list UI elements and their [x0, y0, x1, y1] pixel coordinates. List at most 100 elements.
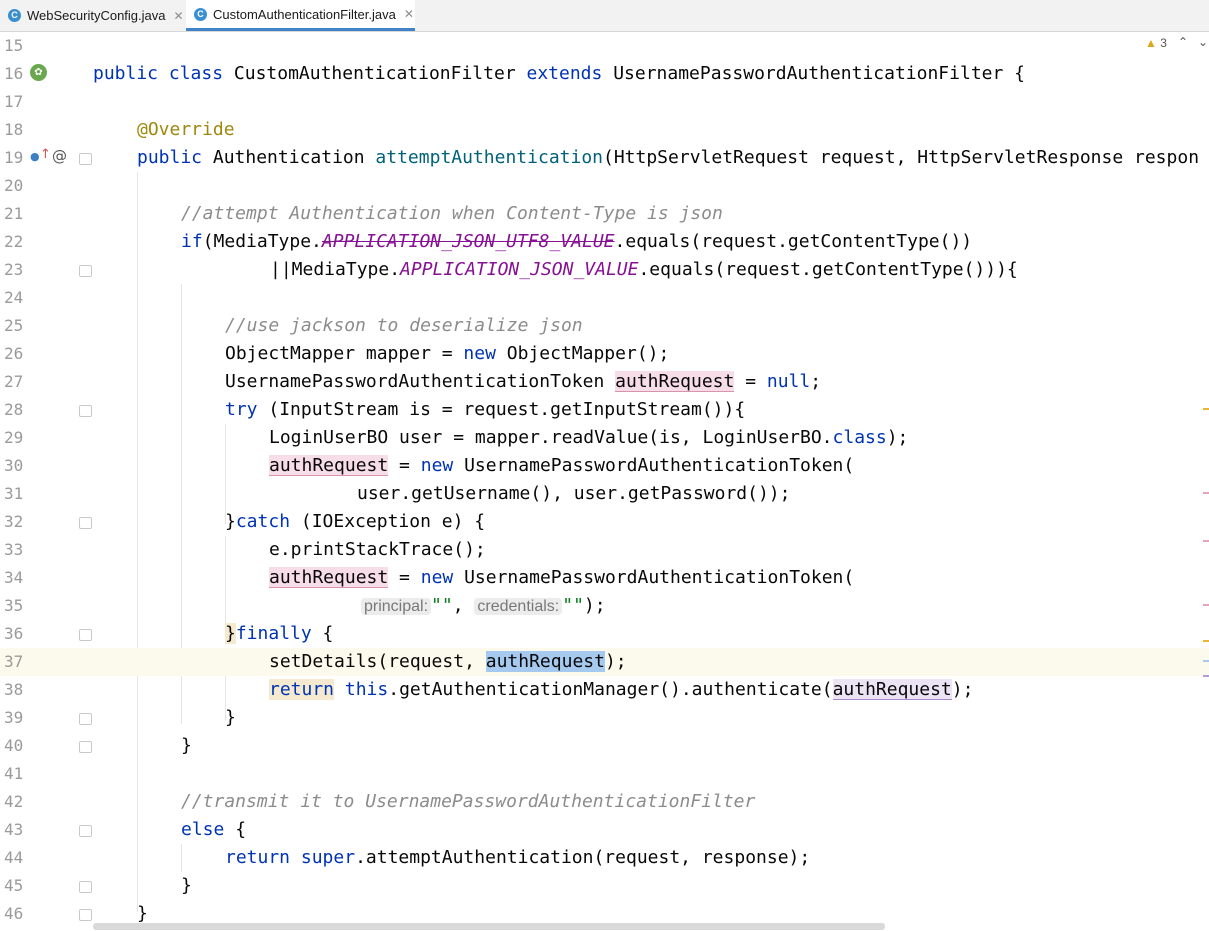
line-number: 37 — [4, 652, 24, 671]
line-number: 23 — [4, 260, 24, 279]
code-text: public Authentication attemptAuthenticat… — [137, 147, 1200, 168]
fold-icon[interactable] — [79, 909, 92, 921]
fold-icon[interactable] — [79, 517, 92, 529]
line-number: 45 — [4, 876, 24, 895]
usage-stripe-mark[interactable] — [1203, 540, 1209, 542]
spring-bean-icon[interactable]: ✿ — [30, 64, 47, 81]
code-text: LoginUserBO user = mapper.readValue(is, … — [269, 427, 909, 448]
code-line: 41 — [0, 760, 1209, 788]
tab-customauthenticationfilter[interactable]: C CustomAuthenticationFilter.java ✕ — [186, 0, 415, 31]
code-text: }catch (IOException e) { — [225, 511, 486, 532]
code-line: 44 return super.attemptAuthentication(re… — [0, 844, 1209, 872]
code-line: 36 }finally { — [0, 620, 1209, 648]
code-text: return super.attemptAuthentication(reque… — [225, 847, 811, 868]
tab-label: CustomAuthenticationFilter.java — [213, 6, 396, 22]
selection-stripe-mark[interactable] — [1203, 660, 1209, 662]
code-line: 39 } — [0, 704, 1209, 732]
code-text: authRequest = new UsernamePasswordAuthen… — [269, 567, 855, 588]
line-number: 33 — [4, 540, 24, 559]
code-line: 16 ✿ public class CustomAuthenticationFi… — [0, 60, 1209, 88]
fold-icon[interactable] — [79, 629, 92, 641]
warning-stripe-mark[interactable] — [1203, 408, 1209, 410]
code-text: if(MediaType.APPLICATION_JSON_UTF8_VALUE… — [181, 231, 973, 252]
fold-icon[interactable] — [79, 153, 92, 165]
code-line: 43 else { — [0, 816, 1209, 844]
code-line: 42 //transmit it to UsernamePasswordAuth… — [0, 788, 1209, 816]
fold-icon[interactable] — [79, 713, 92, 725]
close-icon[interactable]: ✕ — [174, 9, 184, 23]
fold-icon[interactable] — [79, 265, 92, 277]
line-number: 20 — [4, 176, 24, 195]
code-text: try (InputStream is = request.getInputSt… — [225, 399, 746, 420]
line-number: 26 — [4, 344, 24, 363]
tab-websecurityconfig[interactable]: C WebSecurityConfig.java ✕ — [6, 0, 184, 31]
close-icon[interactable]: ✕ — [404, 7, 414, 21]
fold-icon[interactable] — [79, 405, 92, 417]
code-line: 24 — [0, 284, 1209, 312]
line-number: 42 — [4, 792, 24, 811]
code-line: 33 e.printStackTrace(); — [0, 536, 1209, 564]
code-text: principal: "", credentials: ""); — [361, 592, 606, 621]
class-file-icon: C — [8, 9, 21, 22]
up-arrow-icon[interactable]: ↑ — [40, 147, 51, 162]
line-number: 40 — [4, 736, 24, 755]
line-number: 39 — [4, 708, 24, 727]
usage-stripe-mark[interactable] — [1203, 675, 1209, 677]
code-line: 20 — [0, 172, 1209, 200]
line-number: 32 — [4, 512, 24, 531]
code-text: } — [181, 735, 192, 756]
fold-icon[interactable] — [79, 825, 92, 837]
code-line: 35 principal: "", credentials: ""); — [0, 592, 1209, 620]
line-number: 34 — [4, 568, 24, 587]
parameter-hint: principal: — [361, 598, 432, 615]
code-line: 31 user.getUsername(), user.getPassword(… — [0, 480, 1209, 508]
code-line: 26 ObjectMapper mapper = new ObjectMappe… — [0, 340, 1209, 368]
code-text: else { — [181, 819, 247, 840]
code-text: authRequest = new UsernamePasswordAuthen… — [269, 455, 855, 476]
code-text: }finally { — [225, 623, 334, 644]
line-number: 28 — [4, 400, 24, 419]
warning-stripe-mark[interactable] — [1203, 640, 1209, 642]
tab-label: WebSecurityConfig.java — [27, 8, 166, 23]
overrides-method-icon[interactable]: ● — [30, 150, 40, 163]
line-number: 22 — [4, 232, 24, 251]
code-line: 38 return this.getAuthenticationManager(… — [0, 676, 1209, 704]
code-text: UsernamePasswordAuthenticationToken auth… — [225, 371, 822, 392]
code-text: ObjectMapper mapper = new ObjectMapper()… — [225, 343, 670, 364]
code-text: //attempt Authentication when Content-Ty… — [181, 203, 723, 224]
line-number: 38 — [4, 680, 24, 699]
code-text: //use jackson to deserialize json — [225, 315, 583, 336]
line-number: 19 — [4, 148, 24, 167]
fold-icon[interactable] — [79, 881, 92, 893]
code-line: 15 — [0, 32, 1209, 60]
usage-stripe-mark[interactable] — [1203, 604, 1209, 606]
code-line: 45 } — [0, 872, 1209, 900]
code-text: } — [181, 875, 192, 896]
line-number: 18 — [4, 120, 24, 139]
code-text: } — [225, 707, 236, 728]
code-line: 29 LoginUserBO user = mapper.readValue(i… — [0, 424, 1209, 452]
code-text: ||MediaType.APPLICATION_JSON_VALUE.equal… — [270, 259, 1018, 280]
line-number: 30 — [4, 456, 24, 475]
line-number: 36 — [4, 624, 24, 643]
code-line: 19 ● ↑ @ public Authentication attemptAu… — [0, 144, 1209, 172]
line-number: 46 — [4, 904, 24, 923]
line-number: 27 — [4, 372, 24, 391]
code-line: 21 //attempt Authentication when Content… — [0, 200, 1209, 228]
code-text: public class CustomAuthenticationFilter … — [93, 63, 1025, 84]
code-text: return this.getAuthenticationManager().a… — [269, 679, 974, 700]
parameter-hint: credentials: — [474, 598, 563, 615]
fold-icon[interactable] — [79, 741, 92, 753]
code-text: //transmit it to UsernamePasswordAuthent… — [181, 791, 756, 812]
line-number: 29 — [4, 428, 24, 447]
usage-stripe-mark[interactable] — [1203, 492, 1209, 494]
code-text: @Override — [137, 119, 235, 140]
code-editor[interactable]: ▲ 3 ⌃ ⌄ 15 16 ✿ public class CustomAuthe… — [0, 32, 1209, 931]
horizontal-scrollbar[interactable] — [93, 923, 885, 930]
code-line: 18 @Override — [0, 116, 1209, 144]
at-icon[interactable]: @ — [52, 147, 67, 165]
code-line: 40 } — [0, 732, 1209, 760]
line-number: 17 — [4, 92, 24, 111]
code-line: 27 UsernamePasswordAuthenticationToken a… — [0, 368, 1209, 396]
line-number: 15 — [4, 36, 24, 55]
